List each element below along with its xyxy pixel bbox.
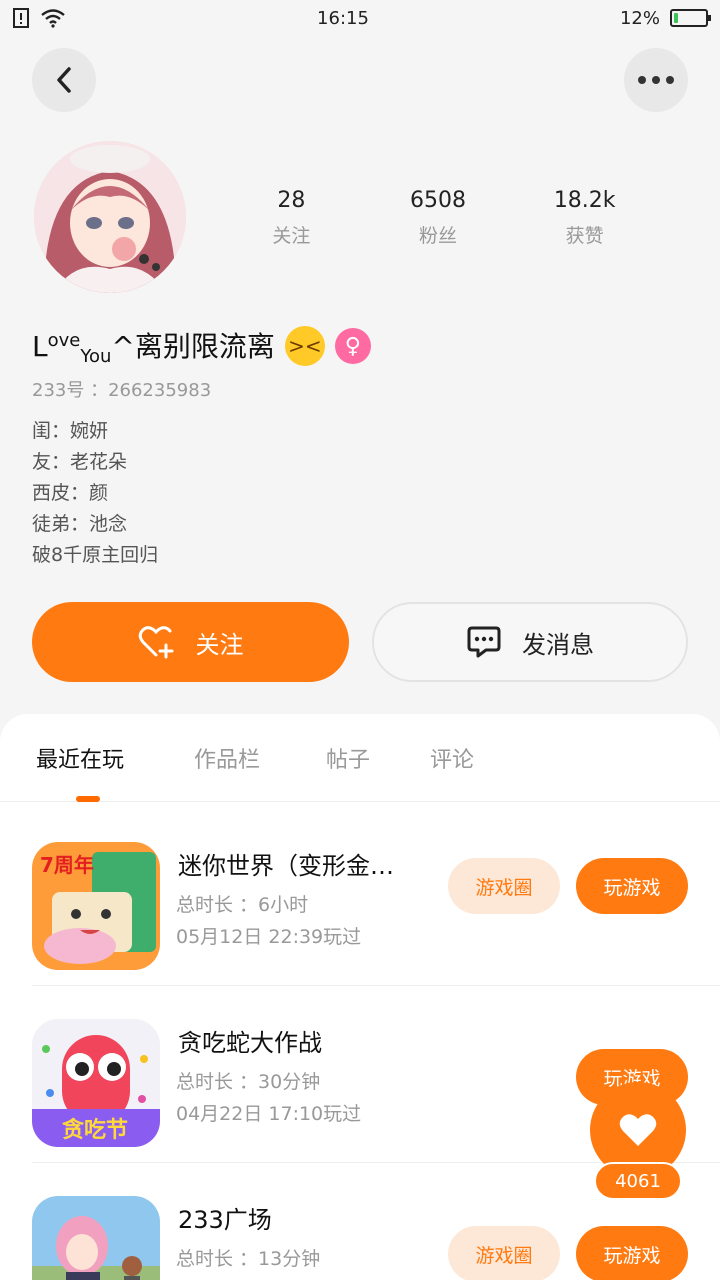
tab-works[interactable]: 作品栏: [194, 742, 260, 774]
battery-icon: [669, 9, 711, 27]
sim-icon: [13, 8, 29, 28]
game-icon[interactable]: [32, 1196, 160, 1280]
game-last-played: 05月12日 22:39玩过: [176, 926, 362, 948]
avatar-image: [34, 141, 186, 293]
status-time: 16:15: [317, 7, 369, 29]
tired-face-emoji-icon: ><: [284, 326, 325, 366]
stat-value: 28: [277, 188, 306, 213]
nickname: LoveYou^离别限流离 >< ♀: [32, 322, 371, 370]
stat-label: 获赞: [565, 225, 604, 247]
plaza-game-icon: [32, 1196, 160, 1280]
game-duration: 总时长 ：13分钟: [176, 1248, 321, 1270]
bio-line: 西皮：颜: [32, 482, 109, 504]
game-duration: 总时长 ：6小时: [176, 894, 309, 916]
bio-line: 徒弟：池念: [32, 513, 128, 535]
game-duration: 总时长 ：30分钟: [176, 1071, 321, 1093]
game-row[interactable]: 7周年 迷你世界（变形金… 总时长 ：6小时 05月12日 22:39玩过 游戏…: [32, 810, 720, 986]
status-left: [12, 7, 66, 29]
stat-likes[interactable]: 18.2k 获赞: [511, 185, 658, 248]
bio-line: 闺：婉妍: [32, 420, 109, 442]
play-game-button[interactable]: 玩游戏: [576, 1226, 688, 1280]
avatar[interactable]: [34, 141, 186, 293]
stat-label: 关注: [272, 225, 311, 247]
game-name: 贪吃蛇大作战: [178, 1029, 322, 1057]
follow-button[interactable]: 关注: [32, 602, 349, 682]
back-button[interactable]: [32, 48, 96, 112]
game-last-played: 04月22日 17:10玩过: [176, 1103, 362, 1125]
message-button[interactable]: 发消息: [372, 602, 688, 682]
female-icon: ♀: [334, 328, 371, 364]
like-count: 4061: [594, 1162, 682, 1200]
mini-world-icon: 7周年: [32, 842, 160, 970]
stat-fans[interactable]: 6508 粉丝: [365, 185, 512, 248]
stat-label: 粉丝: [419, 225, 458, 247]
bio-line: 友：老花朵: [32, 451, 128, 473]
user-id: 233号 ：266235983: [32, 380, 212, 401]
status-right: 12%: [619, 7, 711, 29]
back-icon: [57, 67, 71, 93]
game-circle-button[interactable]: 游戏圈: [448, 858, 560, 914]
profile-stats: 28 关注 6508 粉丝 18.2k 获赞: [218, 185, 658, 248]
tab-bar: 最近在玩 作品栏 帖子 评论: [0, 714, 720, 802]
battery-percent: 12%: [619, 7, 660, 29]
game-icon[interactable]: 贪吃节: [32, 1019, 160, 1147]
stat-following[interactable]: 28 关注: [218, 185, 365, 248]
tab-posts[interactable]: 帖子: [326, 742, 370, 774]
tab-indicator: [76, 796, 100, 802]
nickname-text: LoveYou^离别限流离: [32, 330, 275, 367]
bio: 闺：婉妍 友：老花朵 西皮：颜 徒弟：池念 破8千原主回归: [32, 416, 158, 571]
message-label: 发消息: [522, 630, 594, 659]
game-circle-button[interactable]: 游戏圈: [448, 1226, 560, 1280]
svg-text:7周年: 7周年: [40, 853, 94, 877]
heart-icon: [619, 1114, 657, 1146]
more-icon: [638, 76, 674, 84]
game-icon[interactable]: 7周年: [32, 842, 160, 970]
play-game-button[interactable]: 玩游戏: [576, 858, 688, 914]
more-button[interactable]: [624, 48, 688, 112]
bio-line: 破8千原主回归: [32, 544, 159, 566]
wifi-icon: [41, 9, 65, 28]
stat-value: 6508: [410, 188, 466, 213]
status-bar: 16:15 12%: [0, 0, 720, 36]
tab-recent[interactable]: 最近在玩: [36, 742, 124, 774]
snake-game-icon: 贪吃节: [32, 1019, 160, 1147]
heart-plus-icon: [138, 626, 173, 659]
svg-text:贪吃节: 贪吃节: [62, 1117, 128, 1143]
game-name: 233广场: [178, 1206, 272, 1234]
game-name: 迷你世界（变形金…: [178, 852, 394, 880]
stat-value: 18.2k: [553, 188, 616, 213]
follow-label: 关注: [195, 630, 244, 659]
battery-fill: [673, 13, 678, 23]
chat-icon: [467, 626, 501, 658]
tab-comments[interactable]: 评论: [430, 742, 474, 774]
